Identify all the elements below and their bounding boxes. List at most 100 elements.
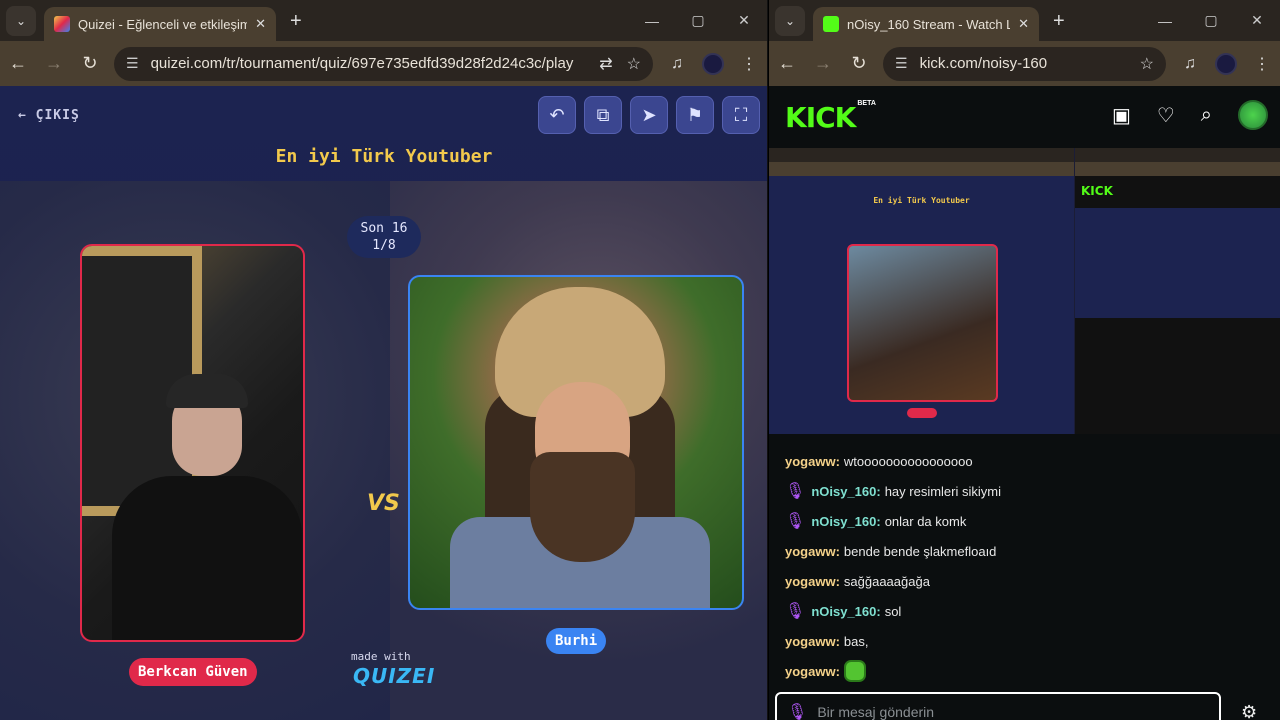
maximize-button[interactable]: ▢ bbox=[675, 12, 721, 29]
chat-text: sağğaaaağağa bbox=[843, 573, 930, 589]
address-bar[interactable]: ☰ quizei.com/tr/tournament/quiz/697e735e… bbox=[114, 46, 653, 81]
stream-video[interactable]: En iyi Türk Youtuber KICK bbox=[769, 148, 1280, 434]
bookmark-star-icon[interactable]: ☆ bbox=[1140, 54, 1154, 74]
tab-search-button[interactable]: ⌄ bbox=[6, 6, 36, 36]
new-tab-button[interactable]: + bbox=[1053, 10, 1065, 33]
bookmark-star-icon[interactable]: ☆ bbox=[627, 54, 641, 74]
heart-icon[interactable]: ♡ bbox=[1157, 103, 1175, 128]
chat-text: bende bende şlakmefloaıd bbox=[843, 543, 997, 559]
user-avatar[interactable] bbox=[1238, 100, 1268, 130]
made-with-text: made with bbox=[351, 650, 411, 663]
profile-avatar[interactable] bbox=[702, 52, 724, 75]
site-info-icon[interactable]: ☰ bbox=[895, 55, 908, 72]
profile-avatar[interactable] bbox=[1215, 52, 1237, 75]
chat-text: hay resimleri sikiymi bbox=[884, 483, 1001, 499]
chat-placeholder: Bir mesaj gönderin bbox=[817, 704, 935, 720]
reload-icon[interactable]: ↻ bbox=[72, 53, 108, 74]
tab-close-icon[interactable]: ✕ bbox=[255, 16, 266, 32]
media-control-icon[interactable]: ♫ bbox=[1172, 55, 1208, 73]
menu-dots-icon[interactable]: ⋮ bbox=[1244, 54, 1280, 74]
beard bbox=[530, 452, 635, 562]
tab-title: Quizei - Eğlenceli ve etkileşimli bbox=[78, 16, 248, 32]
tab-close-icon[interactable]: ✕ bbox=[1018, 16, 1029, 32]
fullscreen-icon[interactable]: ⛶ bbox=[722, 96, 760, 134]
stream-mirror-right: KICK bbox=[1075, 148, 1280, 434]
emote-icon bbox=[843, 660, 866, 682]
mirror-card bbox=[847, 244, 998, 402]
close-window-button[interactable]: ✕ bbox=[721, 12, 767, 29]
window-controls: — ▢ ✕ bbox=[629, 0, 767, 41]
left-name-label[interactable]: Berkcan Güven bbox=[129, 658, 257, 686]
undo-icon[interactable]: ↶ bbox=[538, 96, 576, 134]
search-icon[interactable]: ⌕ bbox=[1201, 104, 1212, 127]
mic-icon[interactable]: 🎙 bbox=[787, 702, 807, 720]
right-choice-card[interactable] bbox=[408, 275, 744, 610]
tab-search-button[interactable]: ⌄ bbox=[775, 6, 805, 36]
exit-button[interactable]: ← ÇIKIŞ bbox=[18, 108, 80, 123]
forward-icon[interactable]: → bbox=[805, 53, 841, 74]
right-name-label[interactable]: Burhi bbox=[546, 628, 607, 654]
quiz-title: En iyi Türk Youtuber bbox=[275, 146, 493, 167]
round-progress: 1/8 bbox=[372, 238, 396, 253]
browse-icon[interactable]: ▣ bbox=[1112, 103, 1131, 128]
forward-icon[interactable]: → bbox=[36, 53, 72, 74]
quizei-favicon-icon bbox=[54, 16, 70, 32]
settings-gear-icon[interactable]: ⚙ bbox=[1241, 702, 1257, 720]
mirror-quiz-title: En iyi Türk Youtuber bbox=[873, 196, 970, 205]
mirror-kick-logo: KICK bbox=[1081, 184, 1113, 198]
new-tab-button[interactable]: + bbox=[290, 10, 302, 33]
kick-browser-window: ⌄ nOisy_160 Stream - Watch Live ✕ + — ▢ … bbox=[769, 0, 1280, 720]
quiz-page: ← ÇIKIŞ ↶ ⧉ ➤ ⚑ ⛶ En iyi Türk Youtuber S… bbox=[0, 86, 767, 720]
chat-message: 🎙 nOisy_160: sol bbox=[785, 596, 1264, 626]
chat-message: yogaww: bende bende şlakmefloaıd bbox=[785, 536, 1264, 566]
round-badge: Son 16 1/8 bbox=[347, 216, 421, 258]
back-icon[interactable]: ← bbox=[0, 53, 36, 74]
tab-quizei[interactable]: Quizei - Eğlenceli ve etkileşimli ✕ bbox=[44, 7, 276, 41]
close-window-button[interactable]: ✕ bbox=[1234, 12, 1280, 29]
minimize-button[interactable]: — bbox=[1142, 13, 1188, 29]
mirror-toolbar bbox=[1075, 162, 1280, 176]
chat-message: yogaww: wtoooooooooooooooo bbox=[785, 446, 1264, 476]
tab-kick[interactable]: nOisy_160 Stream - Watch Live ✕ bbox=[813, 7, 1039, 41]
chat-username[interactable]: yogaww: bbox=[785, 664, 840, 679]
chat-input[interactable]: 🎙 Bir mesaj gönderin bbox=[775, 692, 1221, 720]
site-info-icon[interactable]: ☰ bbox=[126, 55, 139, 72]
browser-toolbar: ← → ↻ ☰ kick.com/noisy-160 ☆ ♫ ⋮ bbox=[769, 41, 1280, 86]
mic-badge-icon: 🎙 bbox=[785, 483, 806, 500]
url-text[interactable]: kick.com/noisy-160 bbox=[920, 55, 1126, 72]
chat-username[interactable]: yogaww: bbox=[785, 454, 840, 469]
reload-icon[interactable]: ↻ bbox=[841, 53, 877, 74]
kick-logo[interactable]: KICK bbox=[785, 101, 856, 134]
maximize-button[interactable]: ▢ bbox=[1188, 12, 1234, 29]
chat-username[interactable]: yogaww: bbox=[785, 574, 840, 589]
round-label: Son 16 bbox=[360, 221, 408, 236]
kick-header: KICK BETA ▣ ♡ ⌕ bbox=[769, 86, 1280, 148]
quizei-logo[interactable]: QUIZEI bbox=[353, 664, 435, 688]
chat-username[interactable]: yogaww: bbox=[785, 544, 840, 559]
chat-username[interactable]: nOisy_160: bbox=[811, 604, 880, 619]
chat-text: sol bbox=[884, 603, 902, 619]
chat-username[interactable]: yogaww: bbox=[785, 634, 840, 649]
cap bbox=[166, 374, 248, 408]
mic-badge-icon: 🎙 bbox=[785, 603, 806, 620]
send-icon[interactable]: ➤ bbox=[630, 96, 668, 134]
window-controls: — ▢ ✕ bbox=[1142, 0, 1280, 41]
chat-message: yogaww: bbox=[785, 656, 1264, 686]
kick-favicon-icon bbox=[823, 16, 839, 32]
chat-text: wtoooooooooooooooo bbox=[843, 453, 973, 469]
chat-username[interactable]: nOisy_160: bbox=[811, 514, 880, 529]
browser-toolbar: ← → ↻ ☰ quizei.com/tr/tournament/quiz/69… bbox=[0, 41, 767, 86]
left-choice-card[interactable] bbox=[80, 244, 305, 642]
mirror-toolbar bbox=[769, 162, 1074, 176]
header-icons: ▣ ♡ ⌕ bbox=[1112, 100, 1268, 130]
back-icon[interactable]: ← bbox=[769, 53, 805, 74]
chat-username[interactable]: nOisy_160: bbox=[811, 484, 880, 499]
share-icon[interactable]: ⧉ bbox=[584, 96, 622, 134]
minimize-button[interactable]: — bbox=[629, 13, 675, 29]
url-text[interactable]: quizei.com/tr/tournament/quiz/697e735edf… bbox=[151, 55, 586, 72]
menu-dots-icon[interactable]: ⋮ bbox=[731, 54, 767, 74]
flag-icon[interactable]: ⚑ bbox=[676, 96, 714, 134]
media-control-icon[interactable]: ♫ bbox=[659, 55, 695, 73]
address-bar[interactable]: ☰ kick.com/noisy-160 ☆ bbox=[883, 46, 1166, 81]
translate-icon[interactable]: ⇄ bbox=[599, 54, 612, 74]
